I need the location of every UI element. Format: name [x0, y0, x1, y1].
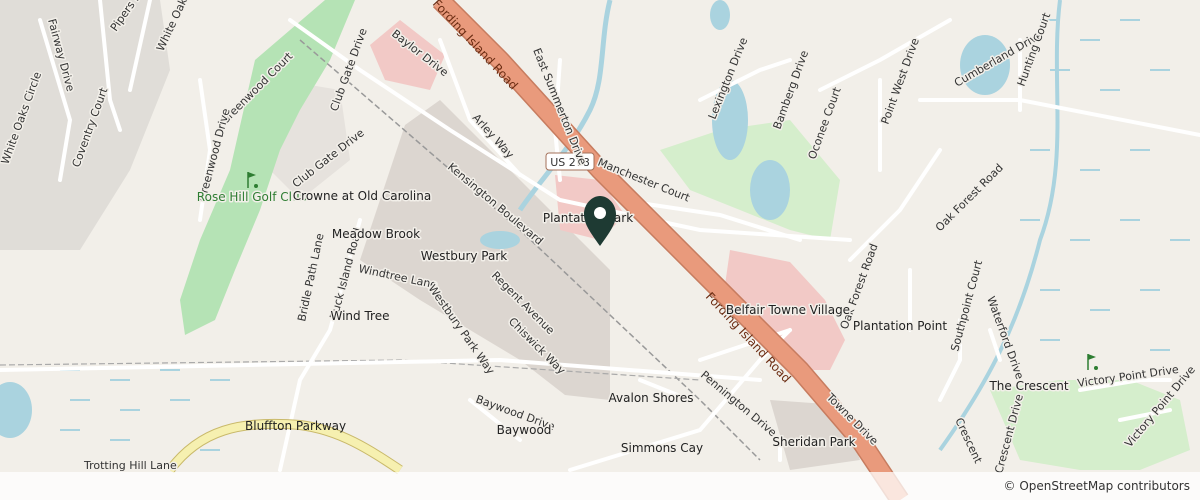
pond-westbury — [480, 231, 520, 249]
pond-north — [710, 0, 730, 30]
place-label-the-crescent: The Crescent — [988, 379, 1068, 393]
map-attribution: © OpenStreetMap contributors — [0, 472, 1200, 500]
place-label-rose-hill-golf-club: Rose Hill Golf Club — [197, 190, 307, 204]
road-label-trotting-hill-lane: Trotting Hill Lane — [83, 459, 177, 472]
place-label-avalon-shores: Avalon Shores — [609, 391, 694, 405]
place-label-rose-hill-line: Rose Hill Golf Club — [197, 190, 307, 204]
map-canvas[interactable]: US 278 Fording Island Road Fording Islan… — [0, 0, 1200, 500]
place-label-crowne-at-old-carolina: Crowne at Old Carolina — [293, 189, 431, 203]
place-label-sheridan-park: Sheridan Park — [772, 435, 855, 449]
place-label-wind-tree: Wind Tree — [331, 309, 390, 323]
pond-bamberg — [750, 160, 790, 220]
place-label-baywood: Baywood — [497, 423, 552, 437]
road-label-bluffton-parkway: Bluffton Parkway — [245, 419, 346, 433]
place-label-belfair-towne-village: Belfair Towne Village — [726, 303, 850, 317]
place-label-simmons-cay: Simmons Cay — [621, 441, 703, 455]
place-label-meadow-brook: Meadow Brook — [332, 227, 420, 241]
attribution-text: © OpenStreetMap contributors — [1003, 479, 1190, 493]
golf-course-crescent — [990, 380, 1190, 470]
place-label-plantation-point: Plantation Point — [853, 319, 947, 333]
place-label-westbury-park: Westbury Park — [421, 249, 508, 263]
